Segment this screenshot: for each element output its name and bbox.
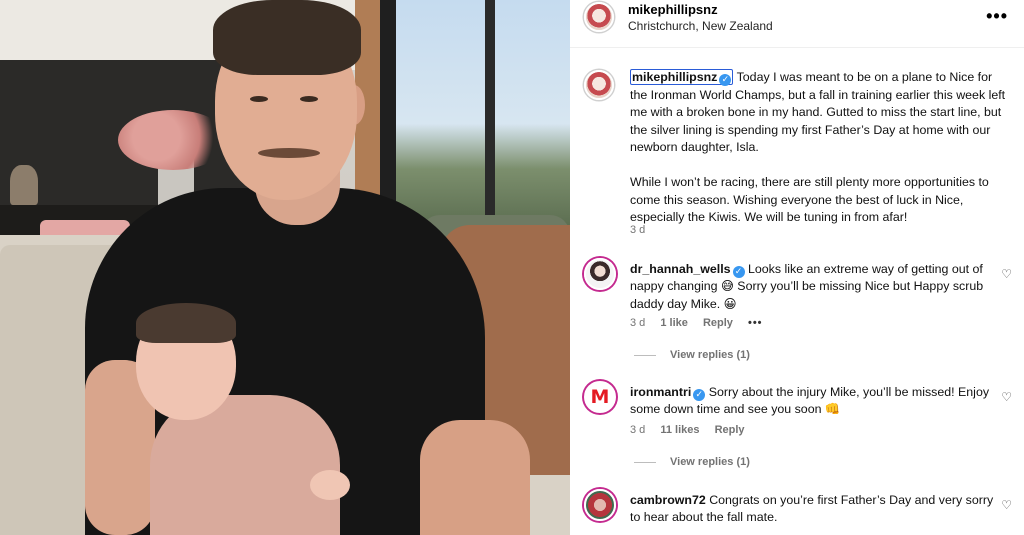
comment-dr-hannah-wells: dr_hannah_wells ✓ Looks like an extreme w… bbox=[630, 261, 996, 313]
photo-window-frame bbox=[380, 0, 396, 225]
caption-timestamp[interactable]: 3 d bbox=[630, 224, 645, 236]
comment-username[interactable]: cambrown72 bbox=[630, 493, 706, 507]
photo-window bbox=[380, 0, 570, 225]
post-side-panel: mikephillipsnz Christchurch, New Zealand… bbox=[570, 0, 1024, 535]
comment-avatar-dr-hannah-wells[interactable] bbox=[584, 258, 616, 290]
photo-man-eye bbox=[250, 96, 268, 102]
ironman-logo-icon: M bbox=[590, 386, 610, 408]
post-caption: mikephillipsnz ✓ Today I was meant to be … bbox=[630, 69, 1012, 227]
view-replies-button[interactable]: View replies (1) bbox=[634, 349, 750, 361]
comment-avatar-cambrown72[interactable] bbox=[584, 489, 616, 521]
photo-man-arm bbox=[420, 420, 530, 535]
photo-man-hair bbox=[213, 0, 361, 75]
photo-baby-hand bbox=[310, 470, 350, 500]
heart-icon[interactable]: ♡ bbox=[1001, 390, 1012, 404]
verified-badge-icon: ✓ bbox=[732, 266, 745, 278]
comment-ironmantri: ironmantri ✓ Sorry about the injury Mike,… bbox=[630, 384, 996, 419]
comment-meta: 3 d 11 likes Reply bbox=[630, 424, 757, 436]
comment-timestamp[interactable]: 3 d bbox=[630, 317, 645, 329]
comment-avatar-ironmantri[interactable]: M bbox=[584, 381, 616, 413]
reply-button[interactable]: Reply bbox=[703, 317, 733, 329]
comment-more-icon[interactable]: ••• bbox=[748, 317, 763, 329]
view-replies-line bbox=[634, 354, 656, 356]
caption-text-paragraph-2: While I won’t be racing, there are still… bbox=[630, 174, 989, 225]
comment-cambrown72: cambrown72 Congrats on you’re first Fath… bbox=[630, 492, 996, 527]
caption-author-avatar[interactable] bbox=[584, 70, 614, 100]
view-replies-line bbox=[634, 461, 656, 463]
photo-lamp bbox=[10, 165, 38, 205]
post-location[interactable]: Christchurch, New Zealand bbox=[628, 19, 773, 33]
verified-badge-icon: ✓ bbox=[719, 74, 732, 86]
post-header: mikephillipsnz Christchurch, New Zealand… bbox=[570, 0, 1024, 48]
comment-likes[interactable]: 1 like bbox=[660, 317, 688, 329]
photo-baby-hair bbox=[136, 303, 236, 343]
view-replies-label: View replies (1) bbox=[670, 349, 750, 361]
more-horizontal-icon[interactable]: ••• bbox=[986, 6, 1008, 27]
comment-meta: 3 d 1 like Reply ••• bbox=[630, 317, 775, 329]
view-replies-label: View replies (1) bbox=[670, 456, 750, 468]
reply-button[interactable]: Reply bbox=[715, 424, 745, 436]
caption-username[interactable]: mikephillipsnz ✓ bbox=[630, 69, 734, 86]
comment-likes[interactable]: 11 likes bbox=[660, 424, 699, 436]
post-photo[interactable] bbox=[0, 0, 570, 535]
verified-badge-icon: ✓ bbox=[693, 389, 706, 401]
comment-username[interactable]: dr_hannah_wells bbox=[630, 262, 731, 276]
photo-window-frame bbox=[485, 0, 495, 225]
comment-username[interactable]: ironmantri bbox=[630, 385, 691, 399]
comment-timestamp[interactable]: 3 d bbox=[630, 424, 645, 436]
author-avatar[interactable] bbox=[584, 2, 614, 32]
author-username[interactable]: mikephillipsnz bbox=[628, 2, 718, 17]
heart-icon[interactable]: ♡ bbox=[1001, 267, 1012, 281]
photo-man-mustache bbox=[258, 148, 320, 158]
heart-icon[interactable]: ♡ bbox=[1001, 498, 1012, 512]
photo-flowers bbox=[118, 110, 228, 170]
photo-man-eye bbox=[300, 96, 318, 102]
view-replies-button[interactable]: View replies (1) bbox=[634, 456, 750, 468]
